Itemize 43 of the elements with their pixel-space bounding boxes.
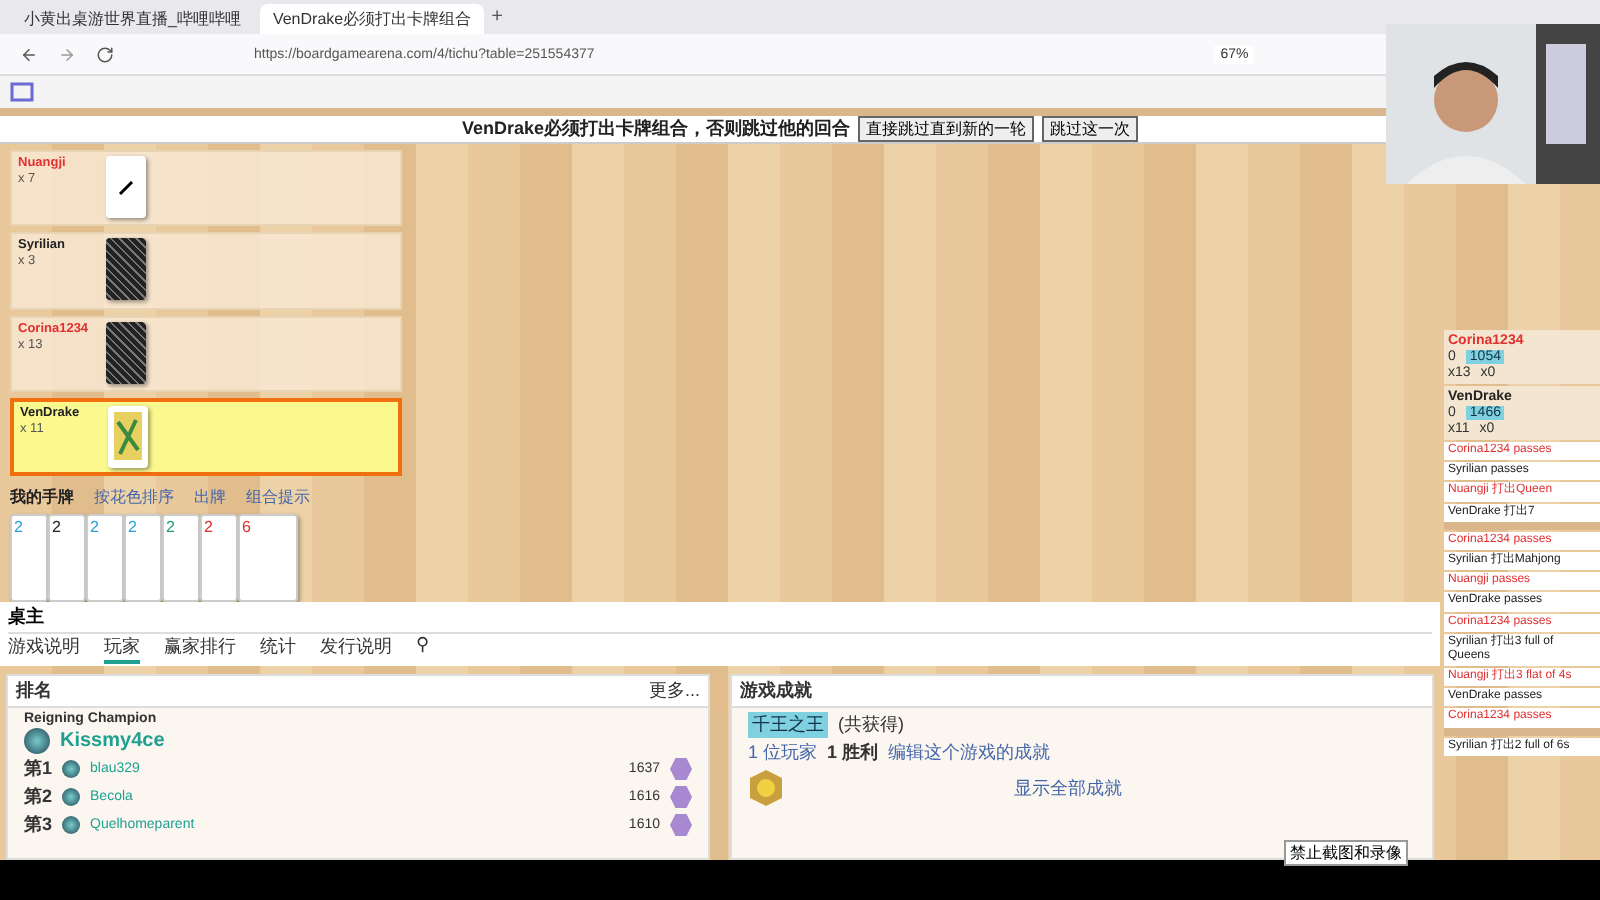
section-tab[interactable]: 统计 [260,634,296,664]
hand-card[interactable]: 2 [200,513,238,602]
browser-tab[interactable]: 小黄出桌游世界直播_哔哩哔哩 [12,4,253,34]
avatar-icon [24,728,50,754]
rank-badge-icon [670,814,692,836]
new-tab-button[interactable]: + [491,6,503,28]
section-tab[interactable]: 赢家排行 [164,634,236,664]
rank-label: 第3 [24,812,53,838]
hand-title: 我的手牌 [10,485,74,508]
section-tab[interactable]: 玩家 [104,634,140,664]
rank-badge-icon [670,758,692,780]
rank-label: 第2 [24,784,53,810]
hand-card[interactable]: 2 [162,513,200,602]
toast-message: 禁止截图和录像 [1284,840,1408,866]
panel-title: 排名 [16,678,52,704]
reload-icon[interactable] [96,45,114,63]
back-icon[interactable] [20,45,38,63]
hand-card[interactable]: 6 [238,513,298,602]
section-tab[interactable]: 发行说明 [320,634,392,664]
status-message: VenDrake必须打出卡牌组合，否则跳过他的回合 [461,116,851,142]
achievement-tag: 千王之王 [748,712,828,738]
section-tab[interactable]: 游戏说明 [8,634,80,664]
more-link[interactable]: 更多... [648,678,700,704]
hand-link[interactable]: 出牌 [194,485,226,508]
player-count: 1 位玩家 [748,740,818,766]
achievement-note: (共获得) [838,712,904,738]
all-achievements-link[interactable]: 显示全部成就 [1014,775,1122,801]
medal-icon [748,768,784,808]
panel-title: 游戏成就 [740,678,812,704]
hand-link[interactable]: 组合提示 [246,485,310,508]
section-tab[interactable]: ⚲ [416,634,430,664]
hand-link[interactable]: 按花色排序 [94,485,174,508]
status-button[interactable]: 跳过这一次 [1042,116,1139,142]
logo-icon [8,80,36,104]
forward-icon[interactable] [58,45,76,63]
edit-link[interactable]: 编辑这个游戏的成就 [888,740,1051,766]
rank-badge-icon [670,786,692,808]
status-button[interactable]: 直接跳过直到新的一轮 [858,116,1035,142]
browser-tab[interactable]: VenDrake必须打出卡牌组合 [260,4,484,34]
rank-label: 第1 [24,756,53,782]
section-title: 桌主 [8,604,46,630]
hand-card[interactable]: 2 [48,513,86,602]
win-count: 1 胜利 [827,740,879,766]
